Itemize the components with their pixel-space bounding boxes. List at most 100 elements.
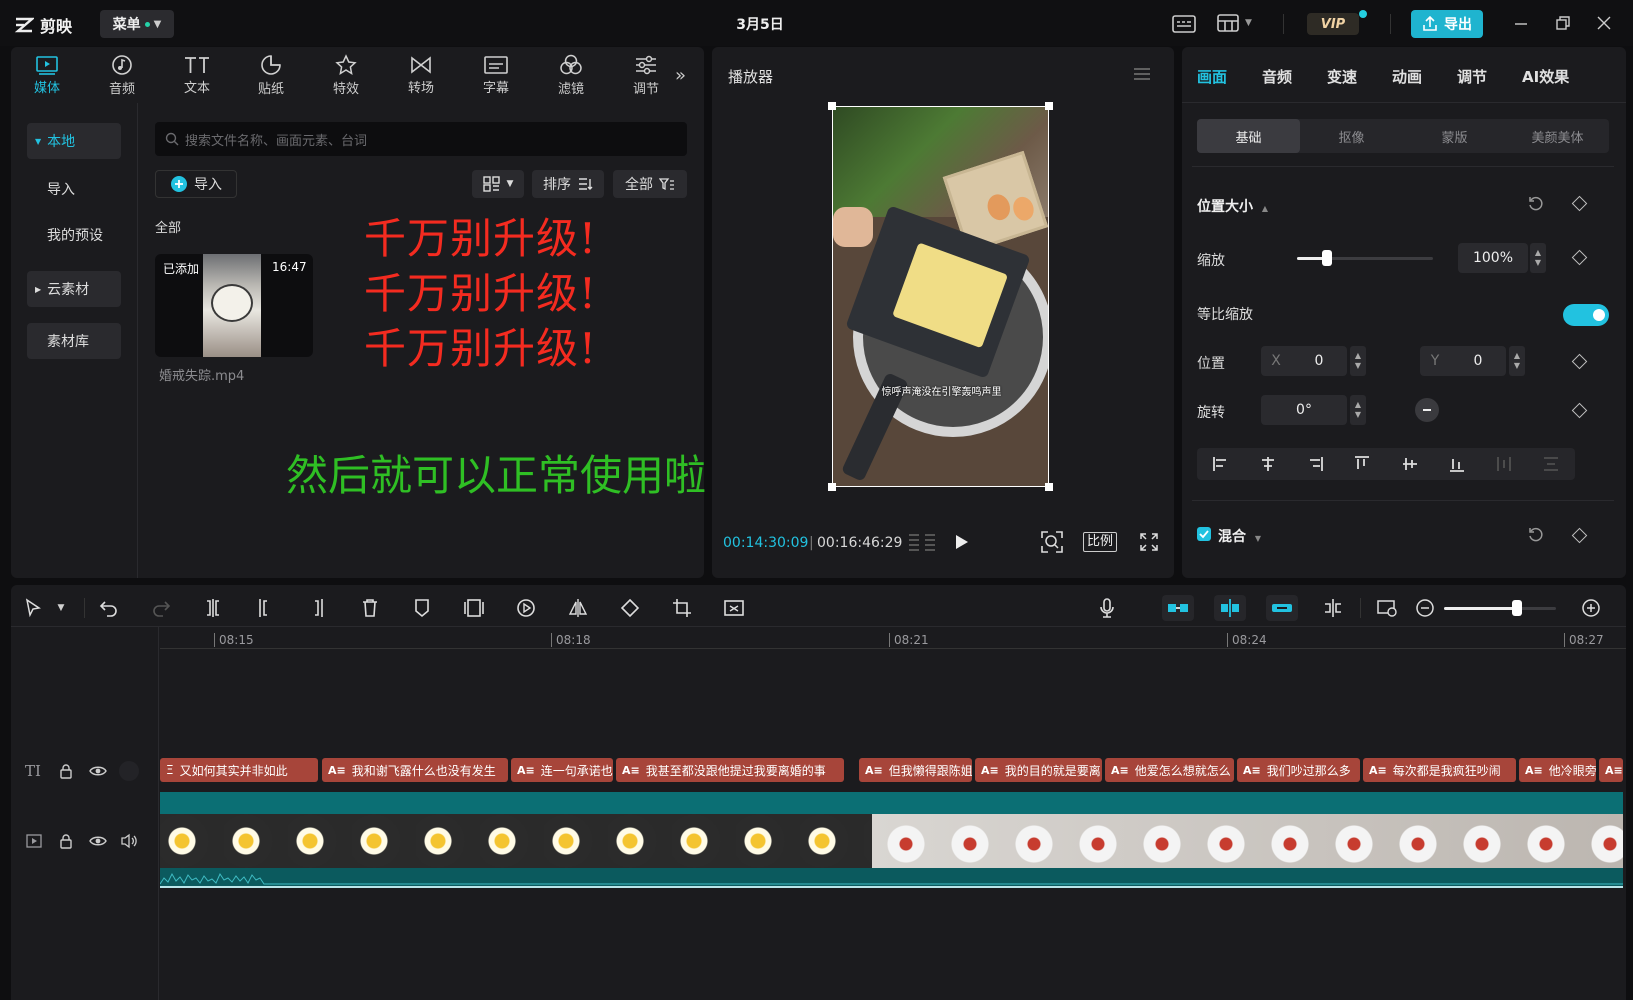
close-button[interactable] (1594, 13, 1614, 33)
uniform-scale-toggle[interactable] (1563, 304, 1609, 326)
play-button[interactable] (954, 533, 970, 551)
subtitle-clip[interactable]: A≡ 我甚至都没跟他提过我要离婚的事 (616, 758, 844, 782)
more-tabs-icon[interactable]: » (675, 65, 686, 86)
tab-animation[interactable]: 动画 (1392, 66, 1422, 87)
crop-icon[interactable] (671, 597, 693, 619)
tab-ai-effects[interactable]: AI效果 (1522, 66, 1569, 87)
main-track-magnet-button[interactable] (1162, 595, 1194, 621)
shortcut-icon[interactable] (1172, 14, 1196, 34)
tab-audio[interactable]: 音频 (1262, 66, 1292, 87)
vip-badge[interactable]: VIP (1307, 13, 1359, 35)
crop-handle[interactable] (828, 102, 836, 110)
zoom-slider[interactable] (1444, 600, 1556, 616)
track-extra-button[interactable] (119, 761, 139, 781)
menu-button[interactable]: 菜单 ▼ (100, 10, 174, 38)
eye-icon[interactable] (89, 832, 107, 850)
search-input[interactable]: 搜索文件名称、画面元素、台词 (155, 122, 687, 156)
subtitle-clip[interactable]: A≡ 他爱怎么想就怎么 (1105, 758, 1234, 782)
minimize-button[interactable] (1511, 13, 1531, 33)
video-preview[interactable]: 惊呼声淹没在引擎轰鸣声里 (832, 106, 1049, 487)
filter-button[interactable]: 全部 (613, 170, 687, 198)
reset-icon[interactable] (1527, 195, 1545, 213)
scale-value-input[interactable]: 100% (1458, 243, 1528, 273)
trim-right-icon[interactable] (306, 597, 328, 619)
rotate-stepper[interactable]: ▲ ▼ (1350, 395, 1366, 425)
split-icon[interactable] (202, 597, 224, 619)
tab-adjust[interactable]: 调节 (1457, 66, 1487, 87)
align-right-icon[interactable] (1306, 455, 1324, 473)
scale-stepper[interactable]: ▲ ▼ (1530, 243, 1546, 273)
lock-icon[interactable] (57, 762, 75, 780)
tab-filter[interactable]: 滤镜 (535, 47, 607, 103)
undo-icon[interactable] (98, 597, 120, 619)
subtab-basic[interactable]: 基础 (1197, 119, 1300, 153)
crop-handle[interactable] (828, 483, 836, 491)
subtitle-clip[interactable]: A≡ 他冷眼旁 (1519, 758, 1596, 782)
smart-crop-icon[interactable] (723, 597, 745, 619)
subtab-beauty[interactable]: 美颜美体 (1506, 119, 1609, 153)
chevron-down-icon[interactable]: ▼ (50, 597, 72, 619)
delete-icon[interactable] (359, 597, 381, 619)
link-button[interactable] (1266, 595, 1298, 621)
align-bottom-icon[interactable] (1448, 455, 1466, 473)
sidebar-item-presets[interactable]: 我的预设 (27, 217, 121, 253)
section-blend[interactable]: 混合 ▼ (1218, 526, 1261, 546)
align-center-h-icon[interactable] (1259, 455, 1277, 473)
subtitle-clip[interactable]: A≡ 我和谢飞露什么也没有发生 (322, 758, 508, 782)
tab-transition[interactable]: 转场 (385, 47, 457, 103)
subtab-cutout[interactable]: 抠像 (1300, 119, 1403, 153)
zoom-out-icon[interactable] (1414, 597, 1436, 619)
video-clip-header[interactable] (160, 792, 1623, 814)
mirror-icon[interactable] (567, 597, 589, 619)
subtitle-clip[interactable]: A≡ 我们吵过那么多 (1237, 758, 1360, 782)
subtitle-clip[interactable]: A≡ 但我懒得跟陈姐 (859, 758, 972, 782)
subtitle-clip[interactable]: A≡ 我的目的就是要离 (975, 758, 1102, 782)
subtitle-clip[interactable]: A≡ 连一句承诺也 (511, 758, 613, 782)
crop-handle[interactable] (1045, 483, 1053, 491)
sidebar-item-library[interactable]: 素材库 (27, 323, 121, 359)
eye-icon[interactable] (89, 762, 107, 780)
zoom-in-icon[interactable] (1580, 597, 1602, 619)
align-left-icon[interactable] (1212, 455, 1230, 473)
reverse-play-icon[interactable] (515, 597, 537, 619)
volume-icon[interactable] (120, 832, 138, 850)
tab-caption[interactable]: 字幕 (460, 47, 532, 103)
view-mode-button[interactable]: ▼ (472, 170, 524, 198)
rotate-icon[interactable] (619, 597, 641, 619)
crop-handle[interactable] (1045, 102, 1053, 110)
scale-slider[interactable] (1297, 250, 1433, 266)
import-button[interactable]: 导入 (155, 170, 237, 198)
select-tool-icon[interactable] (22, 597, 44, 619)
tab-text[interactable]: 文本 (161, 47, 233, 103)
thumbnail-settings-icon[interactable] (1376, 597, 1398, 619)
trim-left-icon[interactable] (254, 597, 276, 619)
marker-icon[interactable] (411, 597, 433, 619)
scale-slider-thumb[interactable] (1321, 250, 1332, 266)
export-button[interactable]: 导出 (1411, 10, 1483, 38)
tab-media[interactable]: 媒体 (11, 47, 83, 103)
position-y-stepper[interactable]: ▲ ▼ (1509, 346, 1525, 376)
tab-sticker[interactable]: 贴纸 (235, 47, 307, 103)
subtitle-clip[interactable]: A≡ 每次都是我疯狂吵闹 (1363, 758, 1516, 782)
position-y-input[interactable]: Y 0 (1420, 346, 1506, 376)
waveform-toggle-icon[interactable] (907, 532, 937, 552)
preview-axis-icon[interactable] (1322, 597, 1344, 619)
sort-button[interactable]: 排序 (532, 170, 604, 198)
tab-effects[interactable]: 特效 (310, 47, 382, 103)
sidebar-item-import[interactable]: 导入 (27, 171, 121, 207)
align-center-v-icon[interactable] (1401, 455, 1419, 473)
tab-picture[interactable]: 画面 (1197, 66, 1227, 87)
fullscreen-button[interactable] (1139, 532, 1159, 552)
subtitle-clip[interactable]: Ξ 又如何其实并非如此 (160, 758, 318, 782)
rotate-input[interactable]: 0° (1261, 395, 1347, 425)
player-menu-icon[interactable] (1133, 67, 1151, 81)
zoom-slider-thumb[interactable] (1511, 600, 1522, 616)
position-x-input[interactable]: X 0 (1261, 346, 1347, 376)
sidebar-item-cloud[interactable]: ▶ 云素材 (27, 271, 121, 307)
tab-audio[interactable]: 音频 (86, 47, 158, 103)
align-top-icon[interactable] (1353, 455, 1371, 473)
subtab-mask[interactable]: 蒙版 (1403, 119, 1506, 153)
sidebar-item-local[interactable]: ▼ 本地 (27, 123, 121, 159)
tab-speed[interactable]: 变速 (1327, 66, 1357, 87)
tab-adjust[interactable]: 调节 (610, 47, 682, 103)
